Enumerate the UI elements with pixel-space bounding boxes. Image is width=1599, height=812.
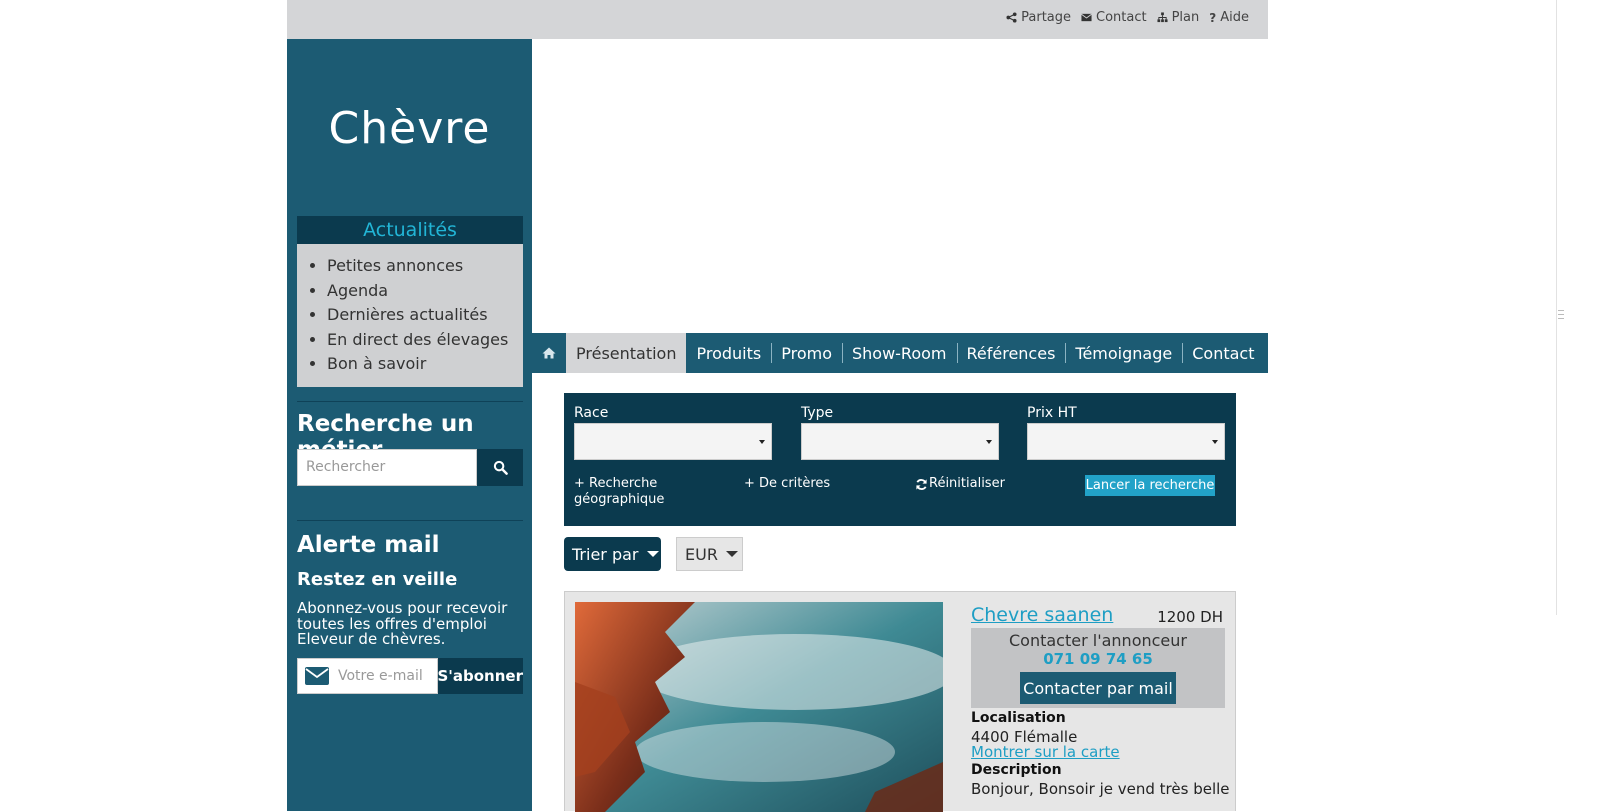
email-placeholder: Votre e-mail xyxy=(338,668,423,684)
reset-link[interactable]: Réinitialiser xyxy=(915,476,1005,492)
refresh-icon xyxy=(916,478,927,490)
nav-item-presentation[interactable]: Présentation xyxy=(566,333,687,373)
news-box: Actualités Petites annonces Agenda Derni… xyxy=(297,216,523,387)
contact-heading: Contacter l'annonceur xyxy=(1009,631,1187,650)
news-item[interactable]: En direct des élevages xyxy=(327,328,523,353)
divider xyxy=(297,401,523,402)
email-field[interactable]: Votre e-mail xyxy=(297,658,438,694)
caret-down-icon xyxy=(986,440,992,444)
listing-photo[interactable] xyxy=(575,602,943,812)
caret-down-icon xyxy=(725,551,738,557)
photo-image xyxy=(575,602,943,812)
show-map-link[interactable]: Montrer sur la carte xyxy=(971,743,1120,761)
currency-dropdown[interactable]: EUR xyxy=(676,537,743,571)
top-links: Partage Contact Plan ? Aide xyxy=(1006,10,1249,25)
subscribe-form: Votre e-mail S'abonner xyxy=(297,658,523,694)
news-item[interactable]: Bon à savoir xyxy=(327,352,523,377)
share-icon xyxy=(1006,12,1017,23)
site-title: Chèvre xyxy=(328,103,491,154)
home-icon xyxy=(542,347,556,359)
alert-text: Abonnez-vous pour recevoir toutes les of… xyxy=(297,599,508,648)
contact-mail-button[interactable]: Contacter par mail xyxy=(1020,672,1176,704)
description-text: Bonjour, Bonsoir je vend très belle xyxy=(971,780,1230,798)
reset-label: Réinitialiser xyxy=(929,476,1005,491)
launch-search-button[interactable]: Lancer la recherche xyxy=(1085,475,1215,496)
contact-box: Contacter l'annonceur 071 09 74 65 Conta… xyxy=(971,628,1225,708)
envelope-icon xyxy=(305,667,329,685)
subscribe-button[interactable]: S'abonner xyxy=(437,658,523,694)
nav-item-show-room[interactable]: Show-Room xyxy=(841,333,957,373)
top-bar: Partage Contact Plan ? Aide xyxy=(287,0,1268,39)
nav-item-references[interactable]: Références xyxy=(956,333,1066,373)
geo-search-link[interactable]: + Recherche géographique xyxy=(574,476,694,508)
plan-label: Plan xyxy=(1171,10,1200,25)
phone-number[interactable]: 071 09 74 65 xyxy=(971,650,1225,668)
nav-home[interactable] xyxy=(532,333,566,373)
nav-item-promo[interactable]: Promo xyxy=(771,333,842,373)
help-link[interactable]: ? Aide xyxy=(1209,10,1249,25)
sitemap-icon xyxy=(1157,12,1168,23)
news-list: Petites annonces Agenda Dernières actual… xyxy=(297,244,523,387)
contact-link[interactable]: Contact xyxy=(1081,10,1147,25)
page: Partage Contact Plan ? Aide Chèvre Actua… xyxy=(287,0,1268,812)
nav-item-contact[interactable]: Contact xyxy=(1182,333,1264,373)
news-heading: Actualités xyxy=(297,216,523,244)
news-item[interactable]: Dernières actualités xyxy=(327,303,523,328)
listing-price: 1200 DH xyxy=(1157,608,1223,626)
share-label: Partage xyxy=(1021,10,1072,25)
price-label: Prix HT xyxy=(1027,405,1077,421)
caret-down-icon xyxy=(1212,440,1218,444)
grip-icon xyxy=(1558,310,1564,319)
alert-heading: Alerte mail xyxy=(297,532,440,558)
nav-item-temoignage[interactable]: Témoignage xyxy=(1065,333,1182,373)
sort-label: Trier par xyxy=(572,544,639,564)
share-link[interactable]: Partage xyxy=(1006,10,1071,25)
help-label: Aide xyxy=(1220,10,1249,25)
listing-card: Chevre saanen 1200 DH Contacter l'annonc… xyxy=(564,591,1236,812)
caret-down-icon xyxy=(646,551,659,557)
listing-title[interactable]: Chevre saanen xyxy=(971,604,1113,626)
type-select[interactable] xyxy=(801,423,999,460)
envelope-icon xyxy=(1081,13,1092,22)
race-label: Race xyxy=(574,405,609,421)
search-filter: Race Type Prix HT + Recherche géographiq… xyxy=(564,393,1236,526)
search-button[interactable] xyxy=(477,449,523,486)
price-select[interactable] xyxy=(1027,423,1225,460)
news-item[interactable]: Agenda xyxy=(327,279,523,304)
location-label: Localisation xyxy=(971,710,1066,726)
search-input[interactable]: Rechercher xyxy=(297,449,477,486)
caret-down-icon xyxy=(759,440,765,444)
question-icon: ? xyxy=(1209,10,1217,25)
main-nav: Présentation Produits Promo Show-Room Ré… xyxy=(532,333,1268,373)
scrollbar-thumb[interactable] xyxy=(1556,0,1566,615)
currency-label: EUR xyxy=(685,544,718,564)
plan-link[interactable]: Plan xyxy=(1157,10,1200,25)
more-criteria-link[interactable]: + De critères xyxy=(744,476,830,492)
race-select[interactable] xyxy=(574,423,772,460)
divider xyxy=(297,520,523,521)
alert-subheading: Restez en veille xyxy=(297,569,458,590)
nav-item-produits[interactable]: Produits xyxy=(686,333,771,373)
description-label: Description xyxy=(971,762,1062,778)
sidebar: Chèvre Actualités Petites annonces Agend… xyxy=(287,39,532,811)
scrollbar[interactable] xyxy=(1553,0,1567,811)
sort-dropdown[interactable]: Trier par xyxy=(564,537,661,571)
search-icon xyxy=(493,460,508,475)
type-label: Type xyxy=(801,405,834,421)
search-form: Rechercher xyxy=(297,449,523,486)
contact-label: Contact xyxy=(1096,10,1147,25)
news-item[interactable]: Petites annonces xyxy=(327,254,523,279)
